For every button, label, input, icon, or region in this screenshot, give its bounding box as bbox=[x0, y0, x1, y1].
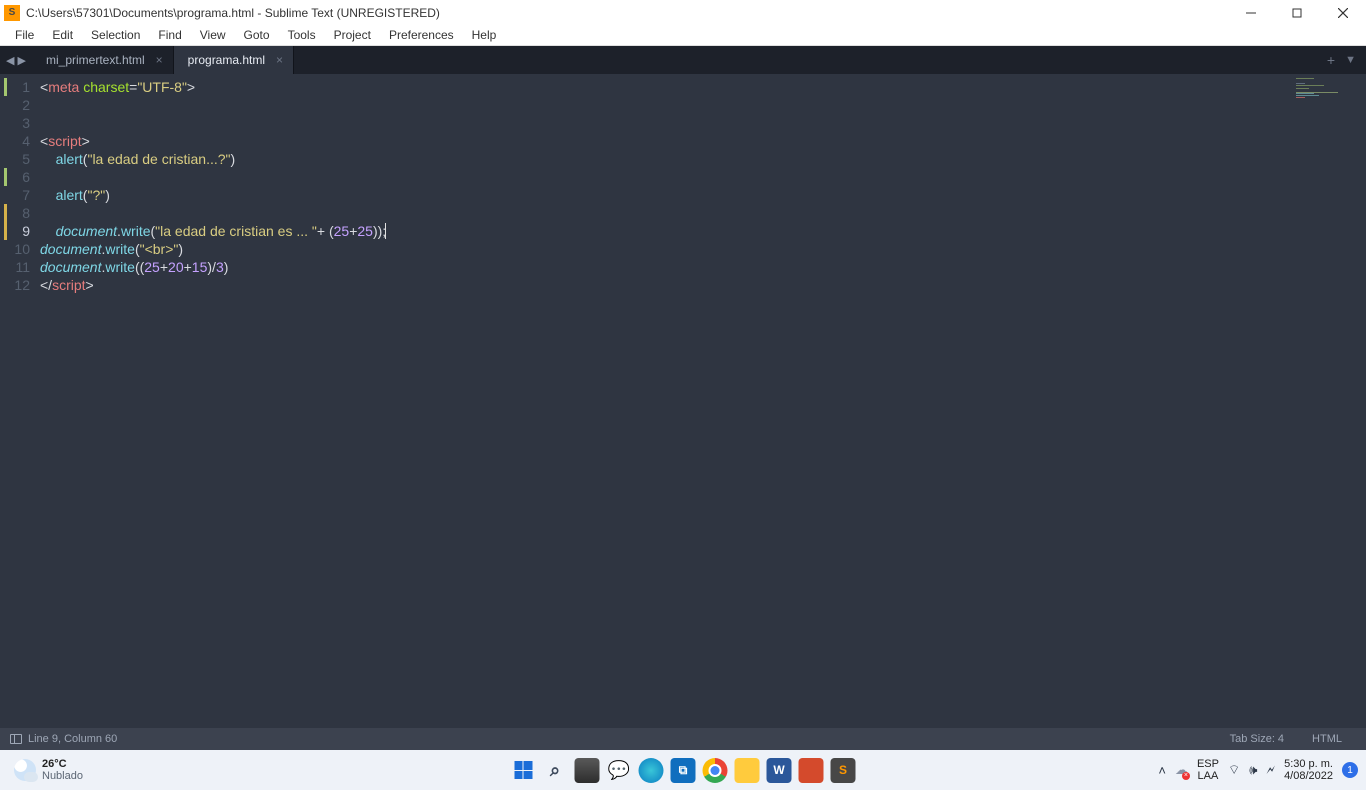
statusbar: Line 9, Column 60 Tab Size: 4 HTML bbox=[0, 728, 1366, 750]
volume-icon[interactable]: 🕪 bbox=[1249, 762, 1257, 778]
menu-file[interactable]: File bbox=[6, 26, 43, 44]
taskbar-center: ⌕ 💬 ⧉ W S bbox=[511, 758, 856, 783]
tabbar: ◀ ▶ mi_primertext.html × programa.html ×… bbox=[0, 46, 1366, 74]
minimize-button[interactable] bbox=[1228, 0, 1274, 25]
titlebar: S C:\Users\57301\Documents\programa.html… bbox=[0, 0, 1366, 25]
system-tray: ˄ ☁× ESP LAA ⌔ 🕪 🗲 5:30 p. m. 4/08/2022 … bbox=[1158, 758, 1358, 782]
notification-button[interactable]: 1 bbox=[1342, 762, 1358, 778]
weather-desc: Nublado bbox=[42, 770, 83, 782]
chrome-button[interactable] bbox=[703, 758, 728, 783]
close-button[interactable] bbox=[1320, 0, 1366, 25]
search-button[interactable]: ⌕ bbox=[543, 758, 568, 783]
word-button[interactable]: W bbox=[767, 758, 792, 783]
tab-history-nav[interactable]: ◀ ▶ bbox=[0, 46, 32, 74]
menu-selection[interactable]: Selection bbox=[82, 26, 149, 44]
menu-view[interactable]: View bbox=[191, 26, 235, 44]
language-indicator[interactable]: ESP LAA bbox=[1197, 758, 1219, 782]
menu-help[interactable]: Help bbox=[463, 26, 506, 44]
explorer-button[interactable] bbox=[735, 758, 760, 783]
clock[interactable]: 5:30 p. m. 4/08/2022 bbox=[1284, 758, 1333, 782]
new-tab-button[interactable]: + bbox=[1327, 52, 1335, 68]
chat-button[interactable]: 💬 bbox=[607, 758, 632, 783]
menu-preferences[interactable]: Preferences bbox=[380, 26, 463, 44]
syntax-button[interactable]: HTML bbox=[1298, 733, 1356, 745]
onedrive-icon[interactable]: ☁× bbox=[1175, 762, 1188, 778]
wifi-icon[interactable]: ⌔ bbox=[1228, 762, 1240, 778]
tab-size-button[interactable]: Tab Size: 4 bbox=[1216, 733, 1298, 745]
minimap[interactable] bbox=[1296, 78, 1356, 94]
menu-goto[interactable]: Goto bbox=[235, 26, 279, 44]
app-icon: S bbox=[4, 5, 20, 21]
sublime-button[interactable]: S bbox=[831, 758, 856, 783]
start-button[interactable] bbox=[511, 758, 536, 783]
menubar: File Edit Selection Find View Goto Tools… bbox=[0, 25, 1366, 46]
code-lines: 1<meta charset="UTF-8"> 2 3 4<script> 5 … bbox=[0, 78, 1366, 294]
menu-project[interactable]: Project bbox=[325, 26, 380, 44]
store-button[interactable]: ⧉ bbox=[671, 758, 696, 783]
app-button-1[interactable] bbox=[799, 758, 824, 783]
menu-tools[interactable]: Tools bbox=[279, 26, 325, 44]
tab-programa[interactable]: programa.html × bbox=[174, 46, 294, 74]
code-editor[interactable]: 1<meta charset="UTF-8"> 2 3 4<script> 5 … bbox=[0, 74, 1366, 728]
task-view-button[interactable] bbox=[575, 758, 600, 783]
menu-find[interactable]: Find bbox=[149, 26, 190, 44]
tab-label: mi_primertext.html bbox=[46, 53, 145, 67]
tray-overflow-icon[interactable]: ˄ bbox=[1158, 763, 1166, 778]
battery-icon[interactable]: 🗲 bbox=[1266, 762, 1275, 778]
cursor-position: Line 9, Column 60 bbox=[28, 733, 117, 745]
tab-mi-primertext[interactable]: mi_primertext.html × bbox=[32, 46, 174, 74]
panel-switcher-icon[interactable] bbox=[10, 734, 22, 744]
weather-icon bbox=[14, 759, 36, 781]
taskbar: 26°C Nublado ⌕ 💬 ⧉ W S ˄ ☁× ESP LAA ⌔ 🕪 … bbox=[0, 750, 1366, 790]
tab-dropdown-button[interactable]: ▼ bbox=[1345, 54, 1356, 66]
weather-temp: 26°C bbox=[42, 758, 83, 770]
menu-edit[interactable]: Edit bbox=[43, 26, 82, 44]
close-icon[interactable]: × bbox=[156, 53, 163, 67]
close-icon[interactable]: × bbox=[276, 53, 283, 67]
weather-widget[interactable]: 26°C Nublado bbox=[0, 758, 83, 782]
window-title: C:\Users\57301\Documents\programa.html -… bbox=[26, 6, 440, 20]
tab-label: programa.html bbox=[188, 53, 265, 67]
maximize-button[interactable] bbox=[1274, 0, 1320, 25]
edge-button[interactable] bbox=[639, 758, 664, 783]
